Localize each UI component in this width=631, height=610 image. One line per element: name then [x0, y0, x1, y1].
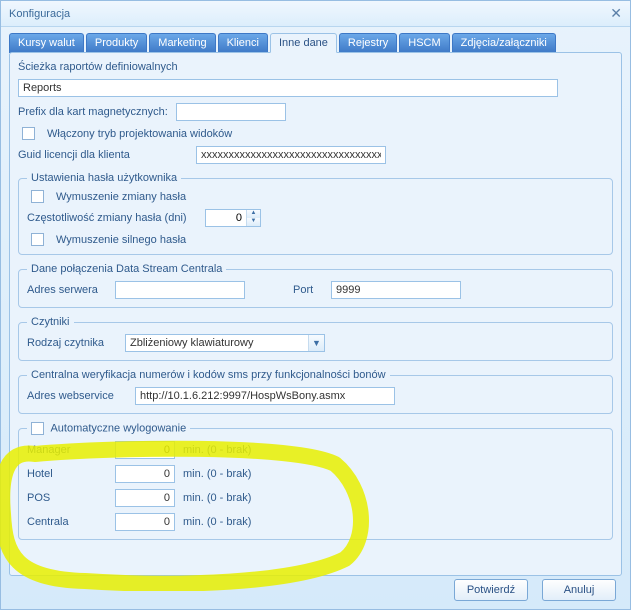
tab-zdjecia[interactable]: Zdjęcia/załączniki — [452, 33, 556, 53]
design-mode-checkbox[interactable] — [22, 127, 35, 140]
close-icon[interactable]: ✕ — [610, 5, 622, 22]
spinner-down-icon[interactable]: ▼ — [247, 218, 260, 226]
guid-label: Guid licencji dla klienta — [18, 149, 188, 161]
readers-group: Czytniki Rodzaj czytnika Zbliżeniowy kla… — [18, 316, 613, 361]
centrala-suffix: min. (0 - brak) — [183, 516, 251, 528]
tab-kursy-walut[interactable]: Kursy walut — [9, 33, 84, 53]
tab-panel-inne-dane: Ścieżka raportów definiowalnych Prefix d… — [9, 52, 622, 576]
datastream-group: Dane połączenia Data Stream Centrala Adr… — [18, 263, 613, 308]
pos-input[interactable] — [115, 489, 175, 507]
server-addr-label: Adres serwera — [27, 284, 107, 296]
auto-logout-checkbox[interactable] — [31, 422, 44, 435]
reader-type-value: Zbliżeniowy klawiaturowy — [130, 337, 254, 349]
readers-legend: Czytniki — [27, 316, 74, 328]
prefix-label: Prefix dla kart magnetycznych: — [18, 106, 168, 118]
webservice-label: Adres webservice — [27, 390, 127, 402]
force-pwd-change-label: Wymuszenie zmiany hasła — [56, 191, 186, 203]
password-settings-group: Ustawienia hasła użytkownika Wymuszenie … — [18, 172, 613, 255]
webservice-input[interactable] — [135, 387, 395, 405]
reader-type-combo[interactable]: Zbliżeniowy klawiaturowy ▼ — [125, 334, 325, 352]
report-path-input[interactable] — [18, 79, 558, 97]
tab-inne-dane[interactable]: Inne dane — [270, 33, 337, 53]
config-window: Konfiguracja ✕ Kursy walut Produkty Mark… — [0, 0, 631, 610]
report-path-label: Ścieżka raportów definiowalnych — [18, 61, 178, 73]
sms-verify-legend: Centralna weryfikacja numerów i kodów sm… — [27, 369, 390, 381]
password-settings-legend: Ustawienia hasła użytkownika — [27, 172, 181, 184]
port-input[interactable] — [331, 281, 461, 299]
manager-label: Manager — [27, 444, 107, 456]
force-strong-pwd-checkbox[interactable] — [31, 233, 44, 246]
pwd-freq-label: Częstotliwość zmiany hasła (dni) — [27, 212, 197, 224]
centrala-label: Centrala — [27, 516, 107, 528]
cancel-button[interactable]: Anuluj — [542, 579, 616, 601]
centrala-input[interactable] — [115, 513, 175, 531]
tab-strip: Kursy walut Produkty Marketing Klienci I… — [1, 27, 630, 53]
reader-type-label: Rodzaj czytnika — [27, 337, 117, 349]
pos-suffix: min. (0 - brak) — [183, 492, 251, 504]
spinner-up-icon[interactable]: ▲ — [247, 210, 260, 218]
force-strong-pwd-label: Wymuszenie silnego hasła — [56, 234, 186, 246]
force-pwd-change-checkbox[interactable] — [31, 190, 44, 203]
pwd-freq-spinner[interactable]: ▲ ▼ — [205, 209, 261, 227]
window-title: Konfiguracja — [9, 8, 70, 20]
sms-verify-group: Centralna weryfikacja numerów i kodów sm… — [18, 369, 613, 414]
guid-input[interactable] — [196, 146, 386, 164]
chevron-down-icon[interactable]: ▼ — [308, 335, 324, 351]
auto-logout-legend-text: Automatyczne wylogowanie — [50, 422, 186, 434]
auto-logout-legend: Automatyczne wylogowanie — [27, 422, 190, 435]
hotel-input[interactable] — [115, 465, 175, 483]
datastream-legend: Dane połączenia Data Stream Centrala — [27, 263, 226, 275]
auto-logout-group: Automatyczne wylogowanie Manager min. (0… — [18, 422, 613, 540]
tab-marketing[interactable]: Marketing — [149, 33, 215, 53]
tab-produkty[interactable]: Produkty — [86, 33, 147, 53]
manager-suffix: min. (0 - brak) — [183, 444, 251, 456]
tab-hscm[interactable]: HSCM — [399, 33, 449, 53]
pos-label: POS — [27, 492, 107, 504]
dialog-footer: Potwierdź Anuluj — [454, 579, 616, 601]
tab-klienci[interactable]: Klienci — [218, 33, 268, 53]
confirm-button[interactable]: Potwierdź — [454, 579, 528, 601]
port-label: Port — [293, 284, 323, 296]
titlebar: Konfiguracja ✕ — [1, 1, 630, 27]
design-mode-label: Włączony tryb projektowania widoków — [47, 128, 232, 140]
hotel-label: Hotel — [27, 468, 107, 480]
hotel-suffix: min. (0 - brak) — [183, 468, 251, 480]
server-addr-input[interactable] — [115, 281, 245, 299]
pwd-freq-input[interactable] — [206, 210, 246, 226]
tab-rejestry[interactable]: Rejestry — [339, 33, 397, 53]
manager-input[interactable] — [115, 441, 175, 459]
prefix-input[interactable] — [176, 103, 286, 121]
